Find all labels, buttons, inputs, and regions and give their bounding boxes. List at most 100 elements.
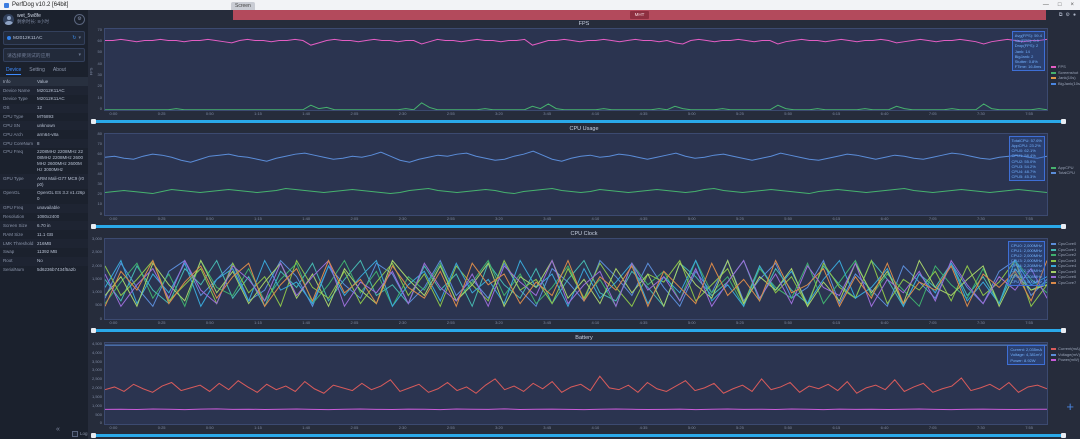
screenshot-icon[interactable]: ⧉ xyxy=(1059,12,1063,18)
x-tick: 1:15 xyxy=(254,110,262,116)
scrollbar-range[interactable] xyxy=(95,119,1062,123)
scrollbar-handle-right[interactable] xyxy=(1061,223,1066,229)
legend-item[interactable]: CpuCore6 xyxy=(1051,275,1076,279)
x-tick: 6:15 xyxy=(832,110,841,116)
tab-setting[interactable]: Setting xyxy=(29,67,45,75)
maximize-icon[interactable]: □ xyxy=(1058,2,1062,8)
y-tick: 20 xyxy=(97,190,102,196)
legend-item[interactable]: Power(mW) xyxy=(1051,358,1080,362)
fps-plot[interactable]: Avg(FPS): 59.4 Var(FPS): 0.9 Drop(FPS): 2J… xyxy=(104,28,1048,111)
legend-item[interactable]: CpuCore0 xyxy=(1051,242,1076,246)
device-select[interactable]: M2012K11AC ↻ ▾ xyxy=(3,31,85,45)
cpu-clock-timeline-scrollbar[interactable] xyxy=(91,327,1066,334)
scrollbar-handle-right[interactable] xyxy=(1061,118,1066,124)
scrollbar-handle-left[interactable] xyxy=(91,223,96,229)
series-TotalCPU xyxy=(105,151,1047,162)
x-tick: 1:40 xyxy=(302,425,311,430)
settings-icon[interactable]: ⚙ xyxy=(74,14,85,25)
legend-item[interactable]: AppCPU xyxy=(1051,165,1075,170)
legend-item[interactable]: CpuCore5 xyxy=(1051,269,1076,274)
battery-x-axis-row: 0:00 0:25 0:50 1:15 1:40 2:05 2:30 2:55 3:20 3:45… xyxy=(88,425,1080,432)
legend-item[interactable]: Jank(10s) xyxy=(1051,76,1080,80)
info-row-value: unknown xyxy=(37,122,56,128)
cpu-clock-plot-canvas[interactable] xyxy=(105,239,1047,320)
scrollbar-handle-left[interactable] xyxy=(91,433,96,438)
scrollbar-handle-left[interactable] xyxy=(91,328,96,334)
legend-item[interactable]: FPS xyxy=(1051,65,1080,69)
x-tick: 7:30 xyxy=(977,215,985,221)
add-chart-button[interactable]: + xyxy=(1066,400,1074,413)
y-tick: 500 xyxy=(95,302,102,308)
legend-swatch-icon xyxy=(1051,348,1056,351)
scrollbar-range[interactable] xyxy=(95,224,1062,228)
legend-label: CpuCore1 xyxy=(1058,246,1077,252)
app-select[interactable]: 请选择要测试的应用 ▾ xyxy=(3,48,85,62)
cpu-usage-plot-canvas[interactable] xyxy=(105,134,1047,215)
device-status-dot-icon xyxy=(7,36,11,40)
scrollbar-handle-left[interactable] xyxy=(91,118,96,124)
x-tick: 7:55 xyxy=(1025,110,1034,116)
refresh-icon[interactable]: ↻ xyxy=(72,35,76,41)
legend-item[interactable]: CpuCore2 xyxy=(1051,253,1076,257)
battery-plot[interactable]: Current: 2,035mA Voltage: 4,381mV Power: 8… xyxy=(104,342,1048,425)
legend-item[interactable]: TotalCPU xyxy=(1051,171,1075,175)
y-tick: 0 xyxy=(99,420,102,426)
sidebar-collapse-button[interactable]: « xyxy=(56,426,60,433)
cpu-usage-x-axis: 0:00 0:25 0:50 1:15 1:40 2:05 2:30 2:55 3:20 3:45… xyxy=(104,216,1048,223)
info-row-value: M2012K11AC xyxy=(37,87,65,93)
user-avatar-icon xyxy=(3,14,14,25)
y-tick: 60 xyxy=(97,151,102,157)
cpu-clock-legend: CpuCore0 CpuCore1 CpuCore2 CpuCore3 CpuCore4… xyxy=(1051,242,1076,285)
cpu-usage-plot[interactable]: TotalCPU: 57.6% AppCPU: 23.2% CPU0: 62.1% C… xyxy=(104,132,1048,216)
info-row: CPU Freq 2208MHz 2208MHz 2208MHz 2208MHz … xyxy=(0,148,88,174)
settings-icon[interactable]: ⚙ xyxy=(1065,12,1069,18)
record-icon[interactable]: ● xyxy=(1073,12,1076,18)
y-tick: 40 xyxy=(97,60,102,66)
legend-item[interactable]: CpuCore4 xyxy=(1051,264,1076,268)
scrollbar-range[interactable] xyxy=(95,434,1062,437)
cpu-usage-stats-tooltip: TotalCPU: 57.6% AppCPU: 23.2% CPU0: 62.1% C… xyxy=(1008,135,1045,182)
legend-item[interactable]: Current(mA) xyxy=(1051,347,1080,351)
legend-item[interactable]: CpuCore3 xyxy=(1051,258,1076,263)
legend-swatch-icon xyxy=(1051,243,1056,246)
chart-title-fps: FPS xyxy=(578,21,590,27)
titlebar-tab[interactable]: Screen xyxy=(231,2,255,10)
app-frame: wet_5w8fe 剩余时长: 8小时 ⚙ M2012K11AC ↻ ▾ 请选择… xyxy=(0,10,1080,439)
scrollbar-range[interactable] xyxy=(95,329,1062,333)
y-tick: 2,000 xyxy=(91,385,102,391)
chart-title-cpu-clock: CPU Clock xyxy=(570,230,598,237)
tab-about[interactable]: About xyxy=(53,67,66,75)
checkbox-icon[interactable] xyxy=(72,431,78,437)
legend-item[interactable]: BigJank(10s) xyxy=(1051,81,1080,86)
battery-plot-canvas[interactable] xyxy=(105,343,1047,424)
close-icon[interactable]: × xyxy=(1070,2,1074,8)
fps-x-axis-row: 0:00 0:25 0:50 1:15 1:40 2:05 2:30 2:55 3:20 3:45… xyxy=(88,111,1080,118)
scrollbar-handle-right[interactable] xyxy=(1061,433,1066,438)
fps-plot-canvas[interactable] xyxy=(105,29,1047,110)
info-row-value: 2208MHz 2208MHz 2208MHz 2208MHz 2600MHz … xyxy=(37,149,84,172)
legend-item[interactable]: CpuCore7 xyxy=(1051,280,1076,285)
legend-item[interactable]: Voltage(mV) xyxy=(1051,352,1080,357)
info-row: OpenGL OpenGL ES 3.2 v1.r26p0 xyxy=(0,189,88,204)
chevron-down-icon[interactable]: ▾ xyxy=(78,35,81,41)
y-tick: 70 xyxy=(97,141,102,147)
cpu-clock-plot[interactable]: CPU0: 2,000MHz CPU1: 2,000MHz CPU2: 2,000M… xyxy=(104,237,1048,321)
legend-item[interactable]: Screenshot xyxy=(1051,70,1080,75)
fps-timeline-scrollbar[interactable] xyxy=(91,118,1066,125)
cpu-usage-timeline-scrollbar[interactable] xyxy=(91,223,1066,230)
x-tick: 4:35 xyxy=(639,320,648,326)
chevron-down-icon[interactable]: ▾ xyxy=(78,52,81,58)
log-toggle[interactable]: Log xyxy=(72,431,88,437)
info-row-value: 216MB xyxy=(37,240,52,246)
legend-swatch-icon xyxy=(1051,248,1056,251)
tab-device[interactable]: Device xyxy=(6,67,22,75)
legend-label: TotalCPU xyxy=(1058,170,1075,176)
banner-spacer xyxy=(88,10,233,20)
legend-swatch-icon xyxy=(1051,66,1056,69)
battery-timeline-scrollbar[interactable] xyxy=(91,432,1066,439)
user-subtitle: 剩余时长: 8小时 xyxy=(17,19,50,25)
legend-item[interactable]: CpuCore1 xyxy=(1051,246,1077,252)
minimize-icon[interactable]: — xyxy=(1043,2,1049,8)
legend-swatch-icon xyxy=(1051,281,1056,284)
scrollbar-handle-right[interactable] xyxy=(1061,328,1066,334)
